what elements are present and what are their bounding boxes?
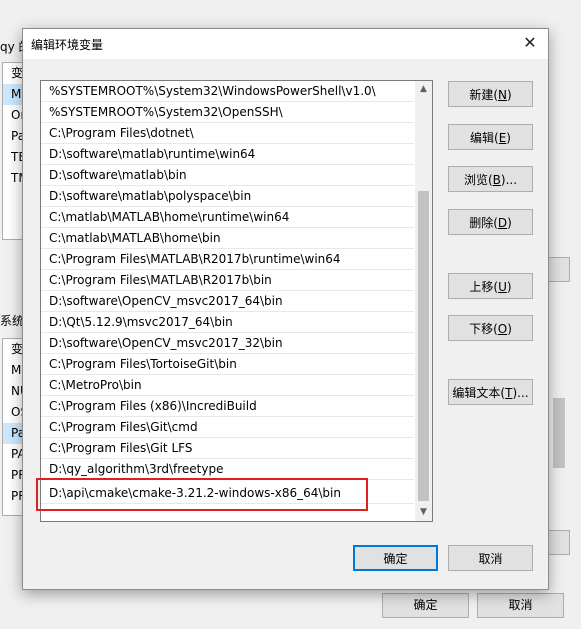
scroll-down-icon[interactable]: ▼ xyxy=(415,504,432,521)
path-list-item[interactable]: C:\MetroPro\bin xyxy=(41,375,414,396)
scroll-up-icon[interactable]: ▲ xyxy=(415,81,432,98)
user-vars-button-partial[interactable] xyxy=(548,257,570,282)
system-vars-label: 系统 xyxy=(0,314,25,328)
path-list-item[interactable]: C:\Program Files\dotnet\ xyxy=(41,123,414,144)
new-button-end: ) xyxy=(506,88,512,102)
system-vars-scrollbar[interactable] xyxy=(548,338,569,514)
move-down-button-label: 下移( xyxy=(469,322,498,336)
edit-button[interactable]: 编辑(E) xyxy=(448,124,533,150)
new-button-key: N xyxy=(498,88,507,102)
close-icon[interactable]: ✕ xyxy=(518,32,542,56)
delete-button[interactable]: 删除(D) xyxy=(448,209,533,235)
path-list-item[interactable]: D:\software\matlab\bin xyxy=(41,165,414,186)
move-down-button[interactable]: 下移(O) xyxy=(448,315,533,341)
edit-button-end: ) xyxy=(506,131,511,145)
delete-button-label: 删除( xyxy=(469,216,498,230)
edit-button-label: 编辑( xyxy=(470,131,499,145)
path-list-item[interactable]: C:\matlab\MATLAB\home\runtime\win64 xyxy=(41,207,414,228)
path-list-item[interactable]: C:\Program Files\MATLAB\R2017b\bin xyxy=(41,270,414,291)
ok-button[interactable]: 确定 xyxy=(353,545,438,571)
move-up-button-label: 上移( xyxy=(469,280,499,294)
browse-button[interactable]: 浏览(B)... xyxy=(448,166,533,192)
path-list-item[interactable]: D:\qy_algorithm\3rd\freetype xyxy=(41,459,414,480)
path-list-item[interactable]: D:\software\matlab\polyspace\bin xyxy=(41,186,414,207)
move-up-button-key: U xyxy=(498,280,507,294)
path-list-item[interactable]: D:\software\matlab\runtime\win64 xyxy=(41,144,414,165)
move-down-button-key: O xyxy=(497,322,508,336)
path-list-scroll-thumb[interactable] xyxy=(418,191,429,501)
path-list-item[interactable]: D:\software\OpenCV_msvc2017_32\bin xyxy=(41,333,414,354)
browse-button-label: 浏览( xyxy=(463,173,493,187)
system-scroll-thumb[interactable] xyxy=(553,398,565,468)
edit-text-button-end: )... xyxy=(512,386,529,400)
new-button[interactable]: 新建(N) xyxy=(448,81,533,107)
edit-env-var-dialog: 编辑环境变量 ✕ %SYSTEMROOT%\System32\WindowsPo… xyxy=(22,28,549,590)
user-vars-scrollbar[interactable] xyxy=(548,60,569,240)
edit-text-button-label: 编辑文本( xyxy=(452,386,506,400)
edit-text-button[interactable]: 编辑文本(T)... xyxy=(448,379,533,405)
bg-ok-button[interactable]: 确定 xyxy=(382,593,469,618)
system-vars-button-partial[interactable] xyxy=(548,530,570,555)
path-list-item[interactable]: D:\Qt\5.12.9\msvc2017_64\bin xyxy=(41,312,414,333)
path-list-item[interactable]: %SYSTEMROOT%\System32\OpenSSH\ xyxy=(41,102,414,123)
dialog-title: 编辑环境变量 xyxy=(31,38,104,52)
path-list-item[interactable]: D:\api\cmake\cmake-3.21.2-windows-x86_64… xyxy=(41,483,414,504)
move-up-button[interactable]: 上移(U) xyxy=(448,273,533,299)
cancel-button[interactable]: 取消 xyxy=(448,545,533,571)
path-list-item[interactable]: C:\Program Files\Git LFS xyxy=(41,438,414,459)
move-up-button-end: ) xyxy=(506,280,512,294)
path-list-item[interactable]: C:\Program Files\MATLAB\R2017b\runtime\w… xyxy=(41,249,414,270)
path-list-item[interactable]: C:\Program Files\TortoiseGit\bin xyxy=(41,354,414,375)
dialog-titlebar: 编辑环境变量 ✕ xyxy=(23,29,548,59)
move-down-button-end: ) xyxy=(507,322,512,336)
path-list-item[interactable]: C:\Program Files\Git\cmd xyxy=(41,417,414,438)
path-list-item[interactable]: C:\matlab\MATLAB\home\bin xyxy=(41,228,414,249)
path-list-item[interactable]: %SYSTEMROOT%\System32\WindowsPowerShell\… xyxy=(41,81,414,102)
delete-button-key: D xyxy=(497,216,508,230)
browse-button-key: B xyxy=(492,173,501,187)
path-list-item[interactable]: C:\Program Files (x86)\IncrediBuild xyxy=(41,396,414,417)
path-list-scrollbar[interactable]: ▲ ▼ xyxy=(415,81,432,521)
browse-button-end: )... xyxy=(500,173,518,187)
new-button-label: 新建( xyxy=(469,88,498,102)
bg-cancel-button[interactable]: 取消 xyxy=(477,593,564,618)
delete-button-end: ) xyxy=(507,216,512,230)
path-list-item[interactable]: D:\software\OpenCV_msvc2017_64\bin xyxy=(41,291,414,312)
path-list[interactable]: %SYSTEMROOT%\System32\WindowsPowerShell\… xyxy=(40,80,433,522)
